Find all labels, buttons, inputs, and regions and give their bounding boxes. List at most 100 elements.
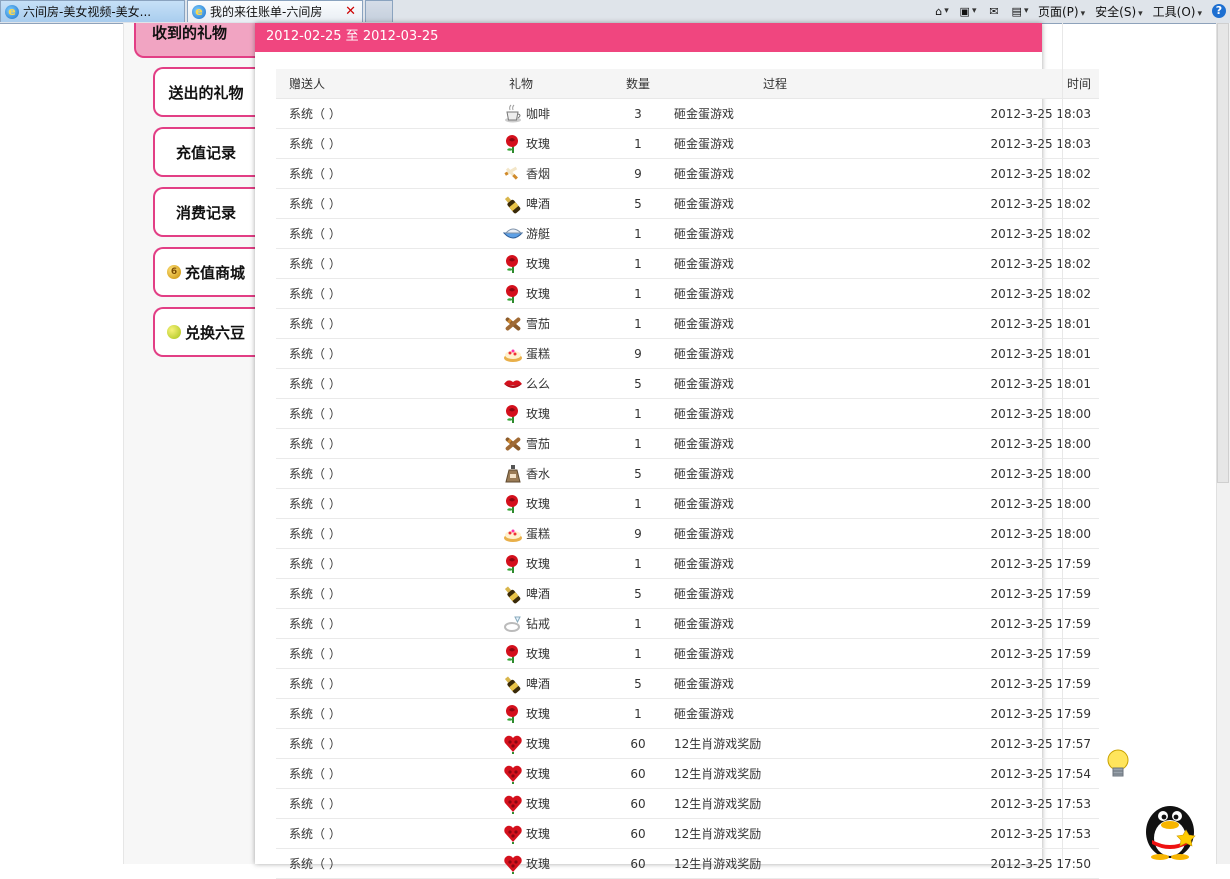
process-cell: 砸金蛋游戏 — [674, 158, 925, 189]
time-cell: 2012-3-25 17:59 — [925, 668, 1099, 699]
time-cell: 2012-3-25 18:00 — [925, 518, 1099, 549]
sender-link[interactable]: 系统（ ） — [276, 608, 440, 639]
ring-icon — [502, 613, 524, 635]
sender-link[interactable]: 系统（ ） — [276, 428, 440, 459]
sender-link[interactable]: 系统（ ） — [276, 218, 440, 249]
table-row: 系统（ ） 啤酒 5 砸金蛋游戏 2012-3-25 17:59 — [276, 578, 1099, 609]
time-cell: 2012-3-25 17:59 — [925, 578, 1099, 609]
sender-link[interactable]: 系统（ ） — [276, 518, 440, 549]
print-icon[interactable]: ▤ — [1012, 4, 1028, 18]
tools-menu[interactable]: 工具(O) — [1153, 3, 1202, 20]
table-row: 系统（ ） 钻戒 1 砸金蛋游戏 2012-3-25 17:59 — [276, 608, 1099, 639]
gift-cell: 玫瑰 — [440, 728, 602, 759]
gift-name: 钻戒 — [526, 617, 551, 631]
process-cell: 砸金蛋游戏 — [674, 488, 925, 519]
mail-icon[interactable]: ✉ — [986, 4, 1002, 18]
nav-spending-records[interactable]: 消费记录 — [153, 187, 257, 237]
sender-link[interactable]: 系统（ ） — [276, 98, 440, 129]
command-bar: ⌂ ▣ ✉ ▤ 页面(P) 安全(S) 工具(O) ? — [934, 0, 1230, 22]
gift-name: 游艇 — [526, 227, 551, 241]
sender-link[interactable]: 系统（ ） — [276, 308, 440, 339]
sender-link[interactable]: 系统（ ） — [276, 488, 440, 519]
right-divider — [1062, 23, 1063, 864]
sender-link[interactable]: 系统（ ） — [276, 248, 440, 279]
quantity-cell: 60 — [602, 758, 674, 789]
table-row: 系统（ ） 玫瑰 1 砸金蛋游戏 2012-3-25 18:02 — [276, 248, 1099, 279]
time-cell: 2012-3-25 17:59 — [925, 698, 1099, 729]
new-tab-button[interactable] — [365, 0, 393, 22]
tab-title: 我的来往账单-六间房 — [210, 5, 323, 19]
sender-link[interactable]: 系统（ ） — [276, 128, 440, 159]
sender-link[interactable]: 系统（ ） — [276, 278, 440, 309]
rose-icon — [502, 493, 524, 515]
lightbulb-icon[interactable] — [1104, 748, 1132, 782]
quantity-cell: 1 — [602, 548, 674, 579]
table-row: 系统（ ） 么么 5 砸金蛋游戏 2012-3-25 18:01 — [276, 368, 1099, 399]
sender-link[interactable]: 系统（ ） — [276, 458, 440, 489]
nav-received-gifts[interactable]: 收到的礼物 — [134, 23, 256, 58]
sender-link[interactable]: 系统（ ） — [276, 698, 440, 729]
gift-name: 么么 — [526, 377, 551, 391]
quantity-cell: 1 — [602, 218, 674, 249]
rose-heart-icon — [502, 733, 524, 755]
table-row: 系统（ ） 雪茄 1 砸金蛋游戏 2012-3-25 18:00 — [276, 428, 1099, 459]
quantity-cell: 9 — [602, 158, 674, 189]
sender-link[interactable]: 系统（ ） — [276, 788, 440, 819]
sender-link[interactable]: 系统（ ） — [276, 668, 440, 699]
sender-link[interactable]: 系统（ ） — [276, 338, 440, 369]
gift-name: 玫瑰 — [526, 797, 551, 811]
gift-cell: 玫瑰 — [440, 698, 602, 729]
table-row: 系统（ ） 玫瑰 60 12生肖游戏奖励 2012-3-25 17:53 — [276, 818, 1099, 849]
qq-penguin-icon[interactable] — [1138, 794, 1202, 860]
sender-link[interactable]: 系统（ ） — [276, 578, 440, 609]
sender-link[interactable]: 系统（ ） — [276, 158, 440, 189]
gift-cell: 咖啡 — [440, 98, 602, 129]
process-cell: 砸金蛋游戏 — [674, 608, 925, 639]
gift-cell: 雪茄 — [440, 428, 602, 459]
col-sender: 赠送人 — [276, 69, 440, 99]
quantity-cell: 1 — [602, 428, 674, 459]
gift-name: 玫瑰 — [526, 707, 551, 721]
sender-link[interactable]: 系统（ ） — [276, 368, 440, 399]
nav-label: 充值记录 — [175, 143, 236, 162]
nav-recharge-records[interactable]: 充值记录 — [153, 127, 257, 177]
quantity-cell: 5 — [602, 188, 674, 219]
quantity-cell: 1 — [602, 638, 674, 669]
gift-name: 玫瑰 — [526, 257, 551, 271]
sender-link[interactable]: 系统（ ） — [276, 818, 440, 849]
quantity-cell: 3 — [602, 98, 674, 129]
sender-link[interactable]: 系统（ ） — [276, 728, 440, 759]
help-icon[interactable]: ? — [1212, 4, 1226, 18]
nav-exchange-beans[interactable]: 兑换六豆 — [153, 307, 257, 357]
gift-cell: 玫瑰 — [440, 548, 602, 579]
page-menu[interactable]: 页面(P) — [1038, 3, 1085, 20]
table-header-row: 赠送人 礼物 数量 过程 时间 — [276, 69, 1099, 99]
scrollbar-thumb[interactable] — [1217, 23, 1229, 483]
time-cell: 2012-3-25 18:03 — [925, 98, 1099, 129]
gift-cell: 么么 — [440, 368, 602, 399]
ie-icon: e — [5, 4, 19, 19]
time-cell: 2012-3-25 18:00 — [925, 398, 1099, 429]
sender-link[interactable]: 系统（ ） — [276, 758, 440, 789]
close-tab-icon[interactable]: ✕ — [345, 4, 356, 19]
gift-cell: 啤酒 — [440, 578, 602, 609]
browser-tab-1[interactable]: e 六间房-美女视频-美女... — [0, 0, 185, 22]
sender-link[interactable]: 系统（ ） — [276, 188, 440, 219]
sender-link[interactable]: 系统（ ） — [276, 398, 440, 429]
process-cell: 砸金蛋游戏 — [674, 458, 925, 489]
sender-link[interactable]: 系统（ ） — [276, 638, 440, 669]
safety-menu[interactable]: 安全(S) — [1095, 3, 1143, 20]
rose-heart-icon — [502, 763, 524, 785]
nav-recharge-mall[interactable]: 6 充值商城 — [153, 247, 257, 297]
browser-tab-2[interactable]: e 我的来往账单-六间房 ✕ — [187, 0, 363, 22]
table-row: 系统（ ） 香烟 9 砸金蛋游戏 2012-3-25 18:02 — [276, 158, 1099, 189]
home-icon[interactable]: ⌂ — [934, 4, 950, 18]
gift-name: 玫瑰 — [526, 557, 551, 571]
gift-cell: 啤酒 — [440, 188, 602, 219]
sender-link[interactable]: 系统（ ） — [276, 548, 440, 579]
feed-icon[interactable]: ▣ — [960, 4, 976, 18]
gift-cell: 香水 — [440, 458, 602, 489]
table-row: 系统（ ） 玫瑰 1 砸金蛋游戏 2012-3-25 18:00 — [276, 398, 1099, 429]
nav-sent-gifts[interactable]: 送出的礼物 — [153, 67, 257, 117]
cigar-icon — [502, 313, 524, 335]
